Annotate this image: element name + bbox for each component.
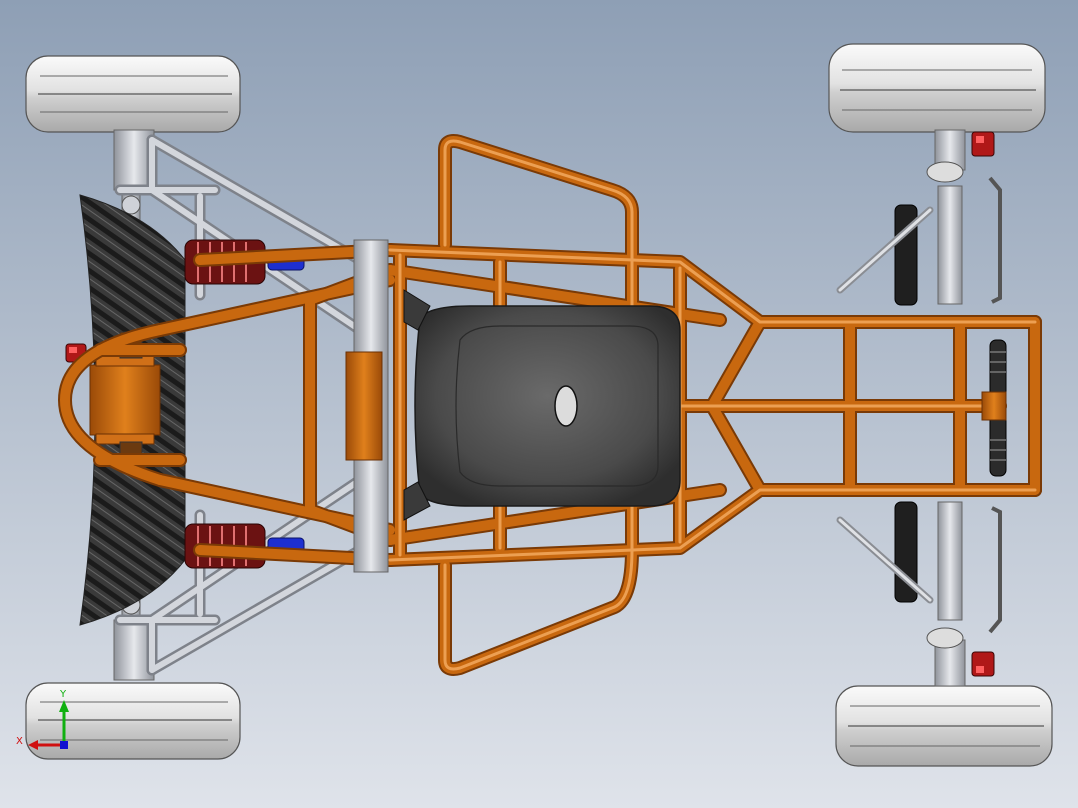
buggy-model-view[interactable]: Y X xyxy=(0,0,1078,808)
seat-belt-slot xyxy=(554,385,578,427)
tire-rear-left xyxy=(25,55,241,133)
tire-front-left xyxy=(828,43,1046,133)
tire-front-right xyxy=(835,685,1053,767)
tire-rear-right xyxy=(25,682,241,760)
cad-viewport[interactable]: Y X xyxy=(0,0,1078,808)
triad-z-axis xyxy=(60,741,68,749)
triad-y-label: Y xyxy=(59,689,67,700)
triad-x-label: X xyxy=(16,736,23,747)
seat xyxy=(403,289,681,521)
